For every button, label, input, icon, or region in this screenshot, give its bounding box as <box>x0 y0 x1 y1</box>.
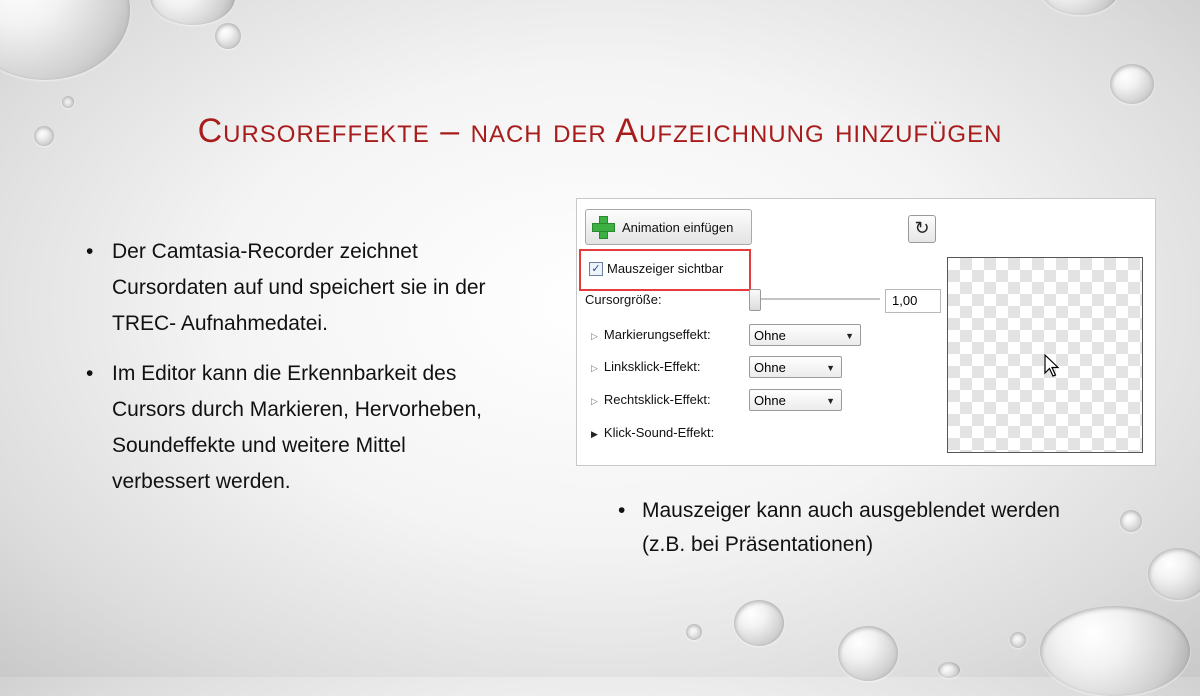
water-drop <box>938 662 960 678</box>
mouse-pointer-icon <box>1044 354 1060 377</box>
reset-icon: ↻ <box>914 218 930 238</box>
right-click-effect-value: Ohne <box>754 393 786 408</box>
water-drop <box>1148 548 1200 600</box>
water-drop <box>686 624 702 640</box>
cursor-size-label: Cursorgröße: <box>585 292 662 307</box>
right-click-effect-label: Rechtsklick-Effekt: <box>603 392 711 407</box>
water-drop <box>215 23 241 49</box>
expand-icon: ▷ <box>591 331 598 341</box>
left-click-effect-label: Linksklick-Effekt: <box>603 359 701 374</box>
water-drop <box>1010 632 1026 648</box>
water-drop <box>734 600 784 646</box>
expand-icon: ▷ <box>591 396 598 406</box>
water-drop <box>838 626 898 681</box>
add-animation-button[interactable]: Animation einfügen <box>585 209 752 245</box>
bullet-list: Der Camtasia-Recorder zeichnet Cursordat… <box>86 234 506 514</box>
marking-effect-select[interactable]: Ohne ▼ <box>749 324 861 346</box>
bullet-item: Mauszeiger kann auch ausgeblendet werden… <box>618 494 1098 562</box>
cursor-effects-panel: Animation einfügen ↻ ✓ Mauszeiger sichtb… <box>576 198 1156 466</box>
slide-title: Cursoreffekte – nach der Aufzeichnung hi… <box>197 112 1003 150</box>
expand-icon: ▷ <box>591 363 598 373</box>
left-click-effect-row[interactable]: ▷ Linksklick-Effekt: <box>591 359 701 374</box>
water-drop <box>1110 64 1154 104</box>
chevron-down-icon: ▼ <box>826 363 835 373</box>
reset-button[interactable]: ↻ <box>908 215 936 243</box>
marking-effect-value: Ohne <box>754 328 786 343</box>
marking-effect-row[interactable]: ▷ Markierungseffekt: <box>591 327 711 342</box>
water-drop <box>1120 510 1142 532</box>
cursor-preview <box>947 257 1143 453</box>
show-pointer-option[interactable]: ✓ Mauszeiger sichtbar <box>589 261 723 276</box>
left-click-effect-value: Ohne <box>754 360 786 375</box>
chevron-down-icon: ▼ <box>826 396 835 406</box>
right-click-effect-row[interactable]: ▷ Rechtsklick-Effekt: <box>591 392 711 407</box>
right-click-effect-select[interactable]: Ohne ▼ <box>749 389 842 411</box>
show-pointer-checkbox[interactable]: ✓ <box>589 261 603 276</box>
bullet-list: Mauszeiger kann auch ausgeblendet werden… <box>618 494 1098 562</box>
cursor-size-input[interactable]: 1,00 <box>885 289 941 313</box>
show-pointer-label: Mauszeiger sichtbar <box>607 261 724 276</box>
marking-effect-label: Markierungseffekt: <box>603 327 711 342</box>
left-click-effect-select[interactable]: Ohne ▼ <box>749 356 842 378</box>
water-drop <box>0 0 130 80</box>
plus-icon <box>592 216 615 239</box>
expand-icon: ▶ <box>591 429 598 439</box>
click-sound-effect-label: Klick-Sound-Effekt: <box>603 425 715 440</box>
water-drop <box>1040 606 1190 696</box>
cursor-size-slider-thumb[interactable] <box>749 289 761 311</box>
water-drop <box>1040 0 1120 15</box>
water-drop <box>62 96 74 108</box>
chevron-down-icon: ▼ <box>845 331 854 341</box>
add-animation-label: Animation einfügen <box>622 219 734 235</box>
bullet-item: Der Camtasia-Recorder zeichnet Cursordat… <box>86 234 506 342</box>
cursor-size-slider-track[interactable] <box>755 298 880 300</box>
water-drop <box>150 0 235 25</box>
click-sound-effect-row[interactable]: ▶ Klick-Sound-Effekt: <box>591 425 714 440</box>
bullet-item: Im Editor kann die Erkennbarkeit des Cur… <box>86 356 506 500</box>
